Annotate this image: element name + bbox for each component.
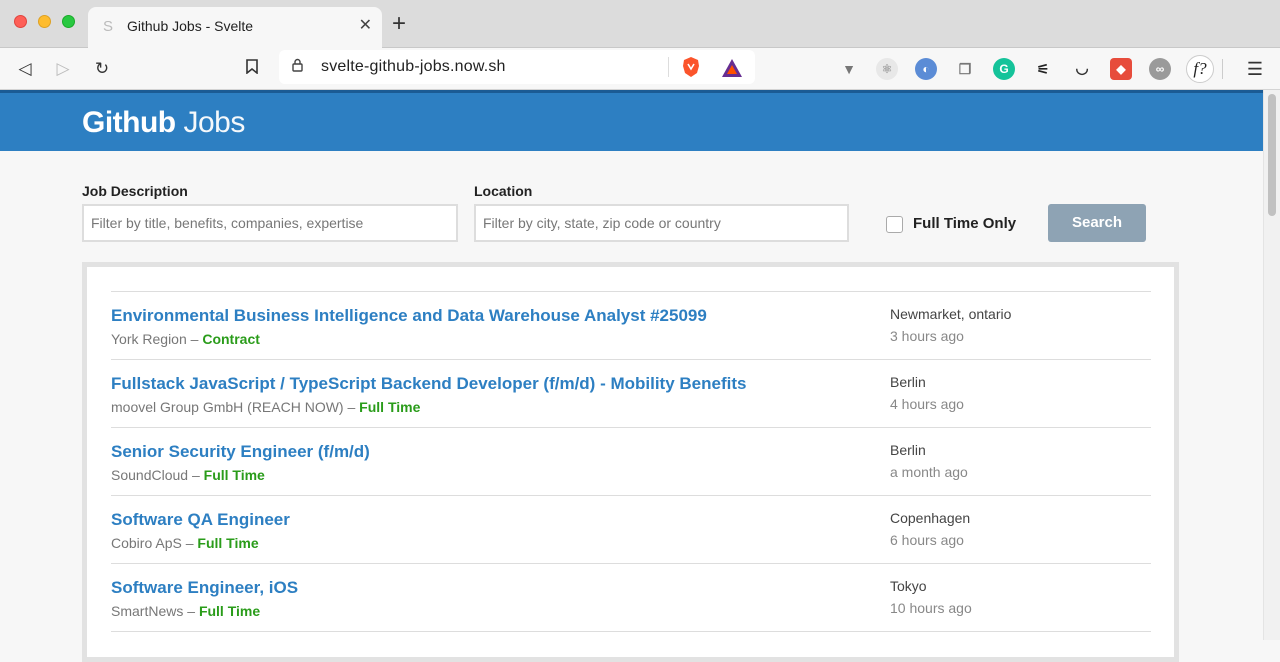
job-row: Software Engineer, iOS SmartNews – Full T… xyxy=(111,564,1151,632)
lastpass-icon[interactable]: ◐ xyxy=(915,58,937,80)
back-icon[interactable]: ◁ xyxy=(12,56,38,82)
job-title-link[interactable]: Environmental Business Intelligence and … xyxy=(111,306,707,326)
job-type: Full Time xyxy=(359,399,421,415)
company-name: York Region xyxy=(111,331,187,347)
job-company: SoundCloud – Full Time xyxy=(111,467,265,483)
react-devtools-icon[interactable]: ⚛ xyxy=(876,58,898,80)
separator: – xyxy=(188,467,204,483)
browser-toolbar: ◁ ▷ ↻ svelte-github-jobs.now.sh ▼ ⚛ ◐ ❐ … xyxy=(0,48,1280,90)
vivaldi-icon[interactable]: ▼ xyxy=(838,58,860,80)
url-text: svelte-github-jobs.now.sh xyxy=(321,58,506,75)
pocket-icon[interactable]: ◡ xyxy=(1071,58,1093,80)
grammarly-icon[interactable]: G xyxy=(993,58,1015,80)
job-type: Contract xyxy=(202,331,260,347)
page-scrollbar[interactable] xyxy=(1263,90,1280,640)
lock-icon xyxy=(292,58,303,75)
job-description-input[interactable]: Filter by title, benefits, companies, ex… xyxy=(82,204,458,242)
job-location: Tokyo xyxy=(890,578,927,594)
job-row: Fullstack JavaScript / TypeScript Backen… xyxy=(111,360,1151,428)
job-company: Cobiro ApS – Full Time xyxy=(111,535,259,551)
job-list-panel: Environmental Business Intelligence and … xyxy=(82,262,1179,662)
location-placeholder: Filter by city, state, zip code or count… xyxy=(483,215,721,231)
full-time-label[interactable]: Full Time Only xyxy=(913,215,1016,232)
full-time-checkbox[interactable] xyxy=(886,216,903,233)
job-type: Full Time xyxy=(197,535,259,551)
job-location: Copenhagen xyxy=(890,510,971,526)
job-title-link[interactable]: Senior Security Engineer (f/m/d) xyxy=(111,442,370,462)
job-company: York Region – Contract xyxy=(111,331,260,347)
extension-icon[interactable]: ⚟ xyxy=(1032,58,1054,80)
separator: – xyxy=(343,399,360,415)
job-company: SmartNews – Full Time xyxy=(111,603,260,619)
browser-titlebar: S Github Jobs - Svelte ✕ + xyxy=(0,0,1280,48)
company-name: SmartNews xyxy=(111,603,184,619)
browser-tab[interactable]: S Github Jobs - Svelte ✕ xyxy=(88,7,382,48)
company-name: moovel Group GmbH (REACH NOW) xyxy=(111,399,344,415)
link-icon[interactable]: ∞ xyxy=(1149,58,1171,80)
address-bar[interactable]: svelte-github-jobs.now.sh xyxy=(279,50,755,84)
logo-light: Jobs xyxy=(183,106,245,139)
job-title-link[interactable]: Software QA Engineer xyxy=(111,510,290,530)
job-posted-time: 4 hours ago xyxy=(890,396,964,412)
job-location: Berlin xyxy=(890,374,926,390)
bookmark-icon[interactable] xyxy=(239,56,265,82)
logo-bold: Github xyxy=(82,106,176,139)
separator: – xyxy=(183,603,199,619)
job-type: Full Time xyxy=(203,467,265,483)
job-row: Software QA Engineer Cobiro ApS – Full Ti… xyxy=(111,496,1151,564)
url-divider xyxy=(668,57,669,77)
job-posted-time: 6 hours ago xyxy=(890,532,964,548)
menu-icon[interactable]: ☰ xyxy=(1244,58,1266,80)
forward-icon[interactable]: ▷ xyxy=(50,56,76,82)
maximize-window-button[interactable] xyxy=(62,15,75,28)
separator: – xyxy=(181,535,198,551)
site-logo[interactable]: Github Jobs xyxy=(82,106,245,140)
job-location: Berlin xyxy=(890,442,926,458)
reload-icon[interactable]: ↻ xyxy=(89,56,115,82)
brave-shields-icon[interactable] xyxy=(681,56,701,78)
location-input[interactable]: Filter by city, state, zip code or count… xyxy=(474,204,849,242)
svelte-favicon-icon: S xyxy=(102,18,113,35)
whatfont-icon[interactable]: f? xyxy=(1186,55,1214,83)
tab-title: Github Jobs - Svelte xyxy=(127,18,254,34)
job-list: Environmental Business Intelligence and … xyxy=(111,291,1151,632)
brave-rewards-icon[interactable] xyxy=(721,58,743,78)
close-window-button[interactable] xyxy=(14,15,27,28)
search-button[interactable]: Search xyxy=(1048,204,1146,242)
site-header: Github Jobs xyxy=(0,90,1263,151)
separator: – xyxy=(186,331,203,347)
job-row: Environmental Business Intelligence and … xyxy=(111,292,1151,360)
job-posted-time: 3 hours ago xyxy=(890,328,964,344)
company-name: SoundCloud xyxy=(111,467,189,483)
job-row: Senior Security Engineer (f/m/d) SoundClo… xyxy=(111,428,1151,496)
job-posted-time: a month ago xyxy=(890,464,968,480)
scrollbar-thumb[interactable] xyxy=(1268,94,1276,216)
ublock-icon[interactable]: ◆ xyxy=(1110,58,1132,80)
job-description-placeholder: Filter by title, benefits, companies, ex… xyxy=(91,215,364,231)
job-description-label: Job Description xyxy=(82,183,188,199)
tab-manager-icon[interactable]: ❐ xyxy=(954,58,976,80)
company-name: Cobiro ApS xyxy=(111,535,182,551)
job-location: Newmarket, ontario xyxy=(890,306,1012,322)
job-company: moovel Group GmbH (REACH NOW) – Full Tim… xyxy=(111,399,420,415)
new-tab-icon[interactable]: + xyxy=(392,12,406,36)
location-label: Location xyxy=(474,183,533,199)
close-tab-icon[interactable]: ✕ xyxy=(359,16,372,36)
job-title-link[interactable]: Fullstack JavaScript / TypeScript Backen… xyxy=(111,374,746,394)
toolbar-divider xyxy=(1222,59,1223,79)
job-posted-time: 10 hours ago xyxy=(890,600,972,616)
job-type: Full Time xyxy=(198,603,261,619)
minimize-window-button[interactable] xyxy=(38,15,51,28)
job-title-link[interactable]: Software Engineer, iOS xyxy=(111,578,298,598)
